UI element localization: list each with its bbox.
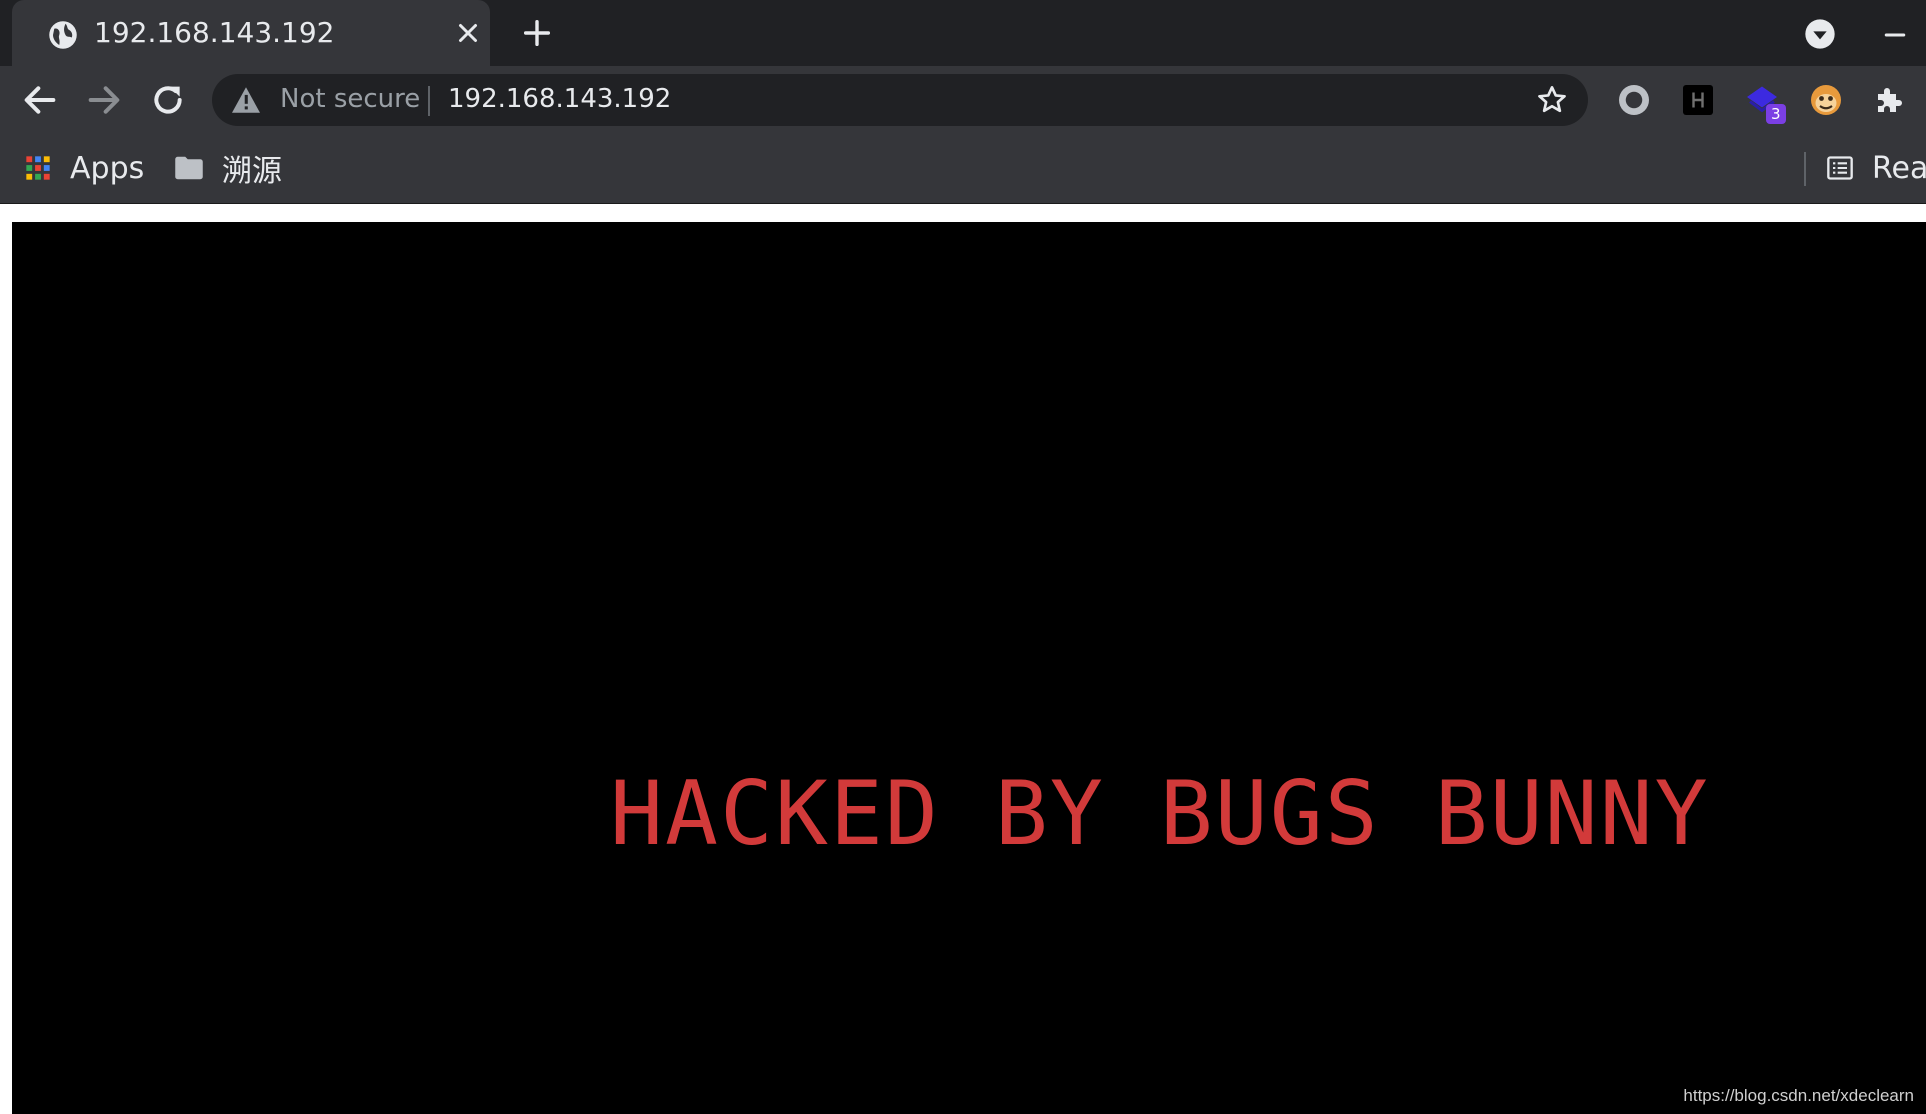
security-status-label[interactable]: Not secure — [280, 84, 420, 114]
bookmark-label: Apps — [70, 150, 145, 186]
new-tab-plus-icon[interactable] — [520, 16, 554, 50]
monkey-extension-icon[interactable] — [1808, 82, 1844, 118]
stack-extension-icon[interactable]: 3 — [1744, 82, 1788, 124]
folder-icon — [175, 156, 203, 180]
watermark-text: https://blog.csdn.net/xdeclearn — [1683, 1086, 1914, 1105]
globe-icon — [49, 21, 77, 49]
bookmark-apps[interactable]: Apps — [24, 148, 144, 188]
bookmarks-bar: Apps 溯源 Rea — [0, 134, 1926, 204]
extension-badge: 3 — [1766, 104, 1786, 124]
puzzle-extensions-icon[interactable] — [1872, 82, 1908, 118]
circle-extension-icon[interactable] — [1616, 82, 1652, 118]
page-viewport: HACKED BY BUGS BUNNY https://blog.csdn.n… — [0, 204, 1926, 1114]
address-bar[interactable]: Not secure 192.168.143.192 — [212, 74, 1588, 126]
bookmarks-divider — [1804, 152, 1806, 186]
reload-icon[interactable] — [148, 80, 188, 120]
url-text[interactable]: 192.168.143.192 — [448, 84, 671, 114]
warning-icon[interactable] — [230, 86, 262, 114]
browser-toolbar: Not secure 192.168.143.192 3 — [0, 66, 1926, 134]
bookmark-folder[interactable]: 溯源 — [174, 148, 282, 189]
page-background: HACKED BY BUGS BUNNY — [12, 222, 1926, 1114]
active-tab[interactable]: 192.168.143.192 — [12, 0, 490, 66]
tab-strip: 192.168.143.192 — [0, 0, 1926, 66]
bookmark-star-icon[interactable] — [1536, 84, 1568, 116]
tab-title: 192.168.143.192 — [94, 16, 335, 49]
close-icon[interactable] — [453, 18, 483, 48]
forward-arrow-icon[interactable] — [84, 80, 124, 120]
omnibox-divider — [428, 86, 430, 116]
tab-search-dropdown-icon[interactable] — [1804, 18, 1836, 50]
reading-list-icon — [1827, 156, 1853, 180]
back-arrow-icon[interactable] — [20, 80, 60, 120]
minimize-window-icon[interactable] — [1880, 20, 1910, 50]
bookmark-label: 溯源 — [222, 154, 282, 189]
apps-grid-icon — [26, 156, 50, 180]
page-headline: HACKED BY BUGS BUNNY — [610, 762, 1710, 865]
reading-list-label: Rea — [1872, 150, 1926, 186]
h-extension-icon[interactable] — [1680, 82, 1716, 118]
reading-list-button[interactable]: Rea — [1826, 148, 1926, 188]
